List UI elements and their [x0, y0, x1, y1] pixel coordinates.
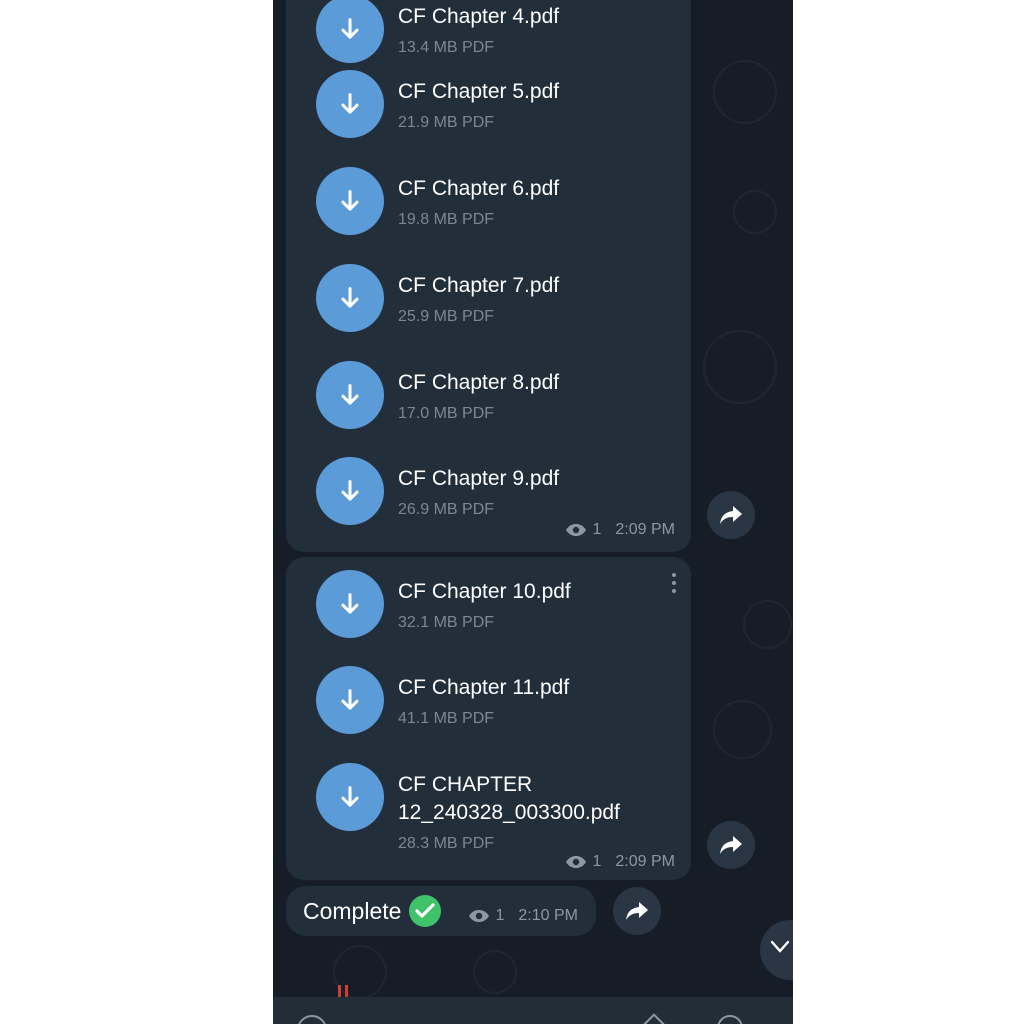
message-meta: 1 2:09 PM — [565, 853, 675, 871]
red-mark — [345, 985, 348, 997]
scroll-down-button[interactable] — [760, 920, 793, 980]
file-size: 13.4 MB PDF — [398, 39, 495, 56]
attach-icon[interactable] — [641, 1013, 667, 1024]
forward-arrow-icon — [626, 902, 648, 920]
file-message-group: CF Chapter 10.pdf 32.1 MB PDF CF Chapter… — [286, 557, 691, 880]
file-item[interactable]: CF Chapter 4.pdf 13.4 MB PDF — [304, 0, 684, 65]
file-size: 17.0 MB PDF — [398, 405, 495, 422]
file-size: 26.9 MB PDF — [398, 501, 495, 518]
red-mark — [338, 985, 341, 997]
forward-arrow-icon — [720, 836, 742, 854]
download-button[interactable] — [316, 264, 384, 332]
download-button[interactable] — [316, 666, 384, 734]
file-size: 41.1 MB PDF — [398, 710, 495, 727]
file-item[interactable]: CF Chapter 10.pdf 32.1 MB PDF — [304, 570, 684, 640]
file-size: 28.3 MB PDF — [398, 835, 495, 852]
arrow-down-icon — [341, 190, 359, 211]
arrow-down-icon — [341, 384, 359, 405]
view-count: 1 — [592, 521, 602, 538]
message-time: 2:10 PM — [518, 907, 578, 924]
file-item[interactable]: CF Chapter 6.pdf 19.8 MB PDF — [304, 167, 684, 237]
view-count: 1 — [592, 853, 602, 870]
file-name: CF Chapter 10.pdf — [398, 580, 571, 603]
background-doodle — [713, 60, 777, 124]
file-item[interactable]: CF Chapter 5.pdf 21.9 MB PDF — [304, 70, 684, 140]
download-button[interactable] — [316, 167, 384, 235]
background-doodle — [333, 945, 387, 999]
background-doodle — [703, 330, 777, 404]
file-size: 19.8 MB PDF — [398, 211, 495, 228]
arrow-down-icon — [341, 93, 359, 114]
microphone-icon[interactable] — [717, 1015, 743, 1024]
chevron-down-icon — [770, 940, 790, 953]
arrow-down-icon — [341, 689, 359, 710]
download-button[interactable] — [316, 570, 384, 638]
file-name: CF Chapter 8.pdf — [398, 371, 560, 394]
file-size: 25.9 MB PDF — [398, 308, 495, 325]
arrow-down-icon — [341, 593, 359, 614]
eye-icon — [565, 856, 586, 868]
background-doodle — [473, 950, 517, 994]
file-item[interactable]: CF Chapter 9.pdf 26.9 MB PDF — [304, 457, 684, 527]
message-meta: 1 2:09 PM — [565, 521, 675, 539]
download-button[interactable] — [316, 70, 384, 138]
file-name: CF Chapter 11.pdf — [398, 676, 570, 699]
file-name: CF Chapter 6.pdf — [398, 177, 560, 200]
check-icon — [409, 895, 442, 927]
arrow-down-icon — [341, 480, 359, 501]
background-doodle — [743, 600, 792, 649]
message-text: Complete — [303, 897, 402, 924]
arrow-down-icon — [341, 18, 359, 39]
file-item[interactable]: CF Chapter 7.pdf 25.9 MB PDF — [304, 264, 684, 334]
background-doodle — [713, 700, 772, 759]
download-button[interactable] — [316, 0, 384, 63]
input-bar — [273, 997, 793, 1024]
file-name: CF Chapter 9.pdf — [398, 467, 560, 490]
forward-button[interactable] — [707, 491, 755, 539]
file-name: CF Chapter 5.pdf — [398, 80, 560, 103]
file-size: 32.1 MB PDF — [398, 614, 495, 631]
forward-arrow-icon — [720, 506, 742, 524]
message-time: 2:09 PM — [615, 853, 675, 870]
download-button[interactable] — [316, 457, 384, 525]
message-time: 2:09 PM — [615, 521, 675, 538]
file-item[interactable]: CF Chapter 8.pdf 17.0 MB PDF — [304, 361, 684, 431]
forward-button[interactable] — [707, 821, 755, 869]
eye-icon — [468, 910, 489, 922]
file-item[interactable]: CF Chapter 11.pdf 41.1 MB PDF — [304, 666, 684, 736]
file-item[interactable]: CF CHAPTER 12_240328_003300.pdf 28.3 MB … — [304, 763, 684, 863]
forward-button[interactable] — [613, 887, 661, 935]
arrow-down-icon — [341, 786, 359, 807]
view-count: 1 — [495, 907, 505, 924]
emoji-icon[interactable] — [297, 1015, 327, 1024]
download-button[interactable] — [316, 361, 384, 429]
file-name: CF CHAPTER 12_240328_003300.pdf — [398, 773, 620, 824]
text-message: Complete 1 2:10 PM — [286, 886, 596, 936]
message-meta: 1 2:10 PM — [468, 907, 578, 925]
download-button[interactable] — [316, 763, 384, 831]
background-doodle — [733, 190, 777, 234]
file-name: CF Chapter 4.pdf — [398, 5, 560, 28]
file-name: CF Chapter 7.pdf — [398, 274, 560, 297]
file-message-group: CF Chapter 4.pdf 13.4 MB PDF CF Chapter … — [286, 0, 691, 552]
file-size: 21.9 MB PDF — [398, 114, 495, 131]
chat-screen: CF Chapter 4.pdf 13.4 MB PDF CF Chapter … — [273, 0, 793, 1024]
eye-icon — [565, 524, 586, 536]
arrow-down-icon — [341, 287, 359, 308]
